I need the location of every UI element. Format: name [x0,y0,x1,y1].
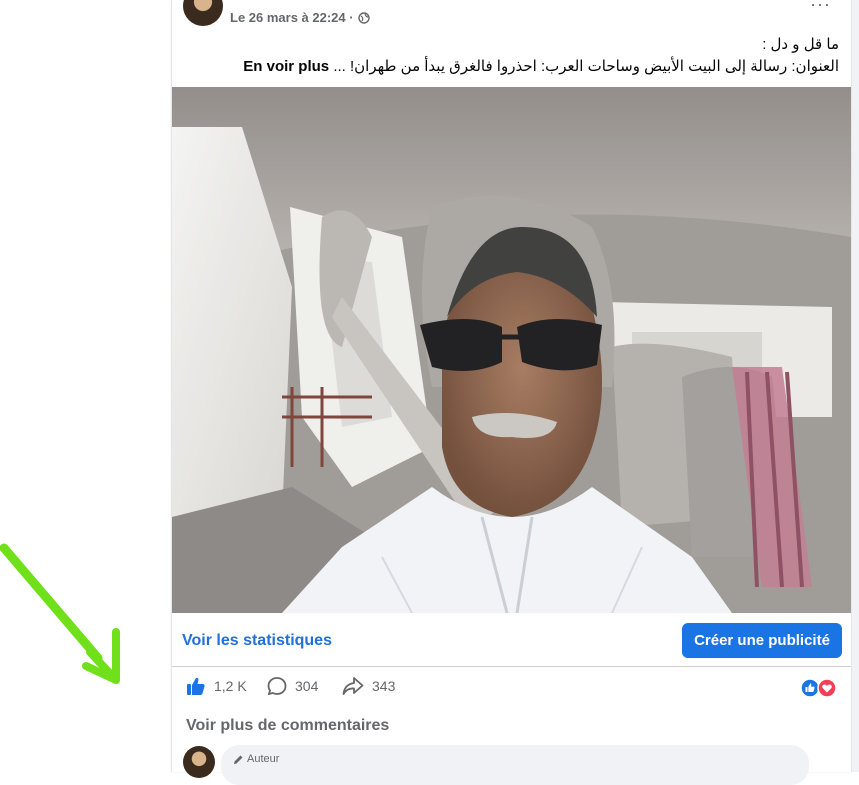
love-reaction-icon [817,678,837,698]
author-badge: Auteur [233,753,279,765]
create-ad-button[interactable]: Créer une publicité [682,623,842,658]
post-text-line2: العنوان: رسالة إلى البيت الأبيض وساحات ا… [199,56,839,78]
comment-button[interactable]: 304 [267,676,318,696]
pencil-icon [234,755,243,764]
comment-bubble: Auteur [221,745,809,785]
post-timestamp[interactable]: Le 26 mars à 22:24 · [230,10,354,25]
globe-icon [357,11,370,24]
like-icon [187,677,205,695]
view-stats-link[interactable]: Voir les statistiques [182,632,332,650]
post-text-line2-content: العنوان: رسالة إلى البيت الأبيض وساحات ا… [333,58,839,75]
share-button[interactable]: 343 [342,676,395,696]
author-avatar[interactable] [183,0,223,26]
post-text: ما قل و دل : العنوان: رسالة إلى البيت ال… [199,34,839,78]
like-count: 1,2 K [214,678,247,694]
like-button[interactable]: 1,2 K [186,676,247,696]
more-options-button[interactable]: ··· [810,0,831,15]
share-count: 343 [372,678,396,694]
post-meta: Le 26 mars à 22:24 · [230,10,370,25]
divider [172,666,851,667]
share-icon [342,677,364,695]
view-more-comments-link[interactable]: Voir plus de commentaires [186,717,389,735]
reactions-summary[interactable] [800,678,840,698]
post-card: Le 26 mars à 22:24 · ··· ما قل و دل : ال… [171,0,852,785]
scrollbar[interactable] [852,0,859,772]
arrow-annotation [0,543,120,684]
comment-count: 304 [295,678,319,694]
author-badge-label: Auteur [247,753,280,765]
see-more-link[interactable]: En voir plus [243,58,329,75]
commenter-avatar[interactable] [183,746,215,778]
post-text-line1: ما قل و دل : [762,36,839,53]
post-photo[interactable] [172,87,851,613]
comment-icon [267,677,287,696]
like-reaction-icon [800,678,820,698]
